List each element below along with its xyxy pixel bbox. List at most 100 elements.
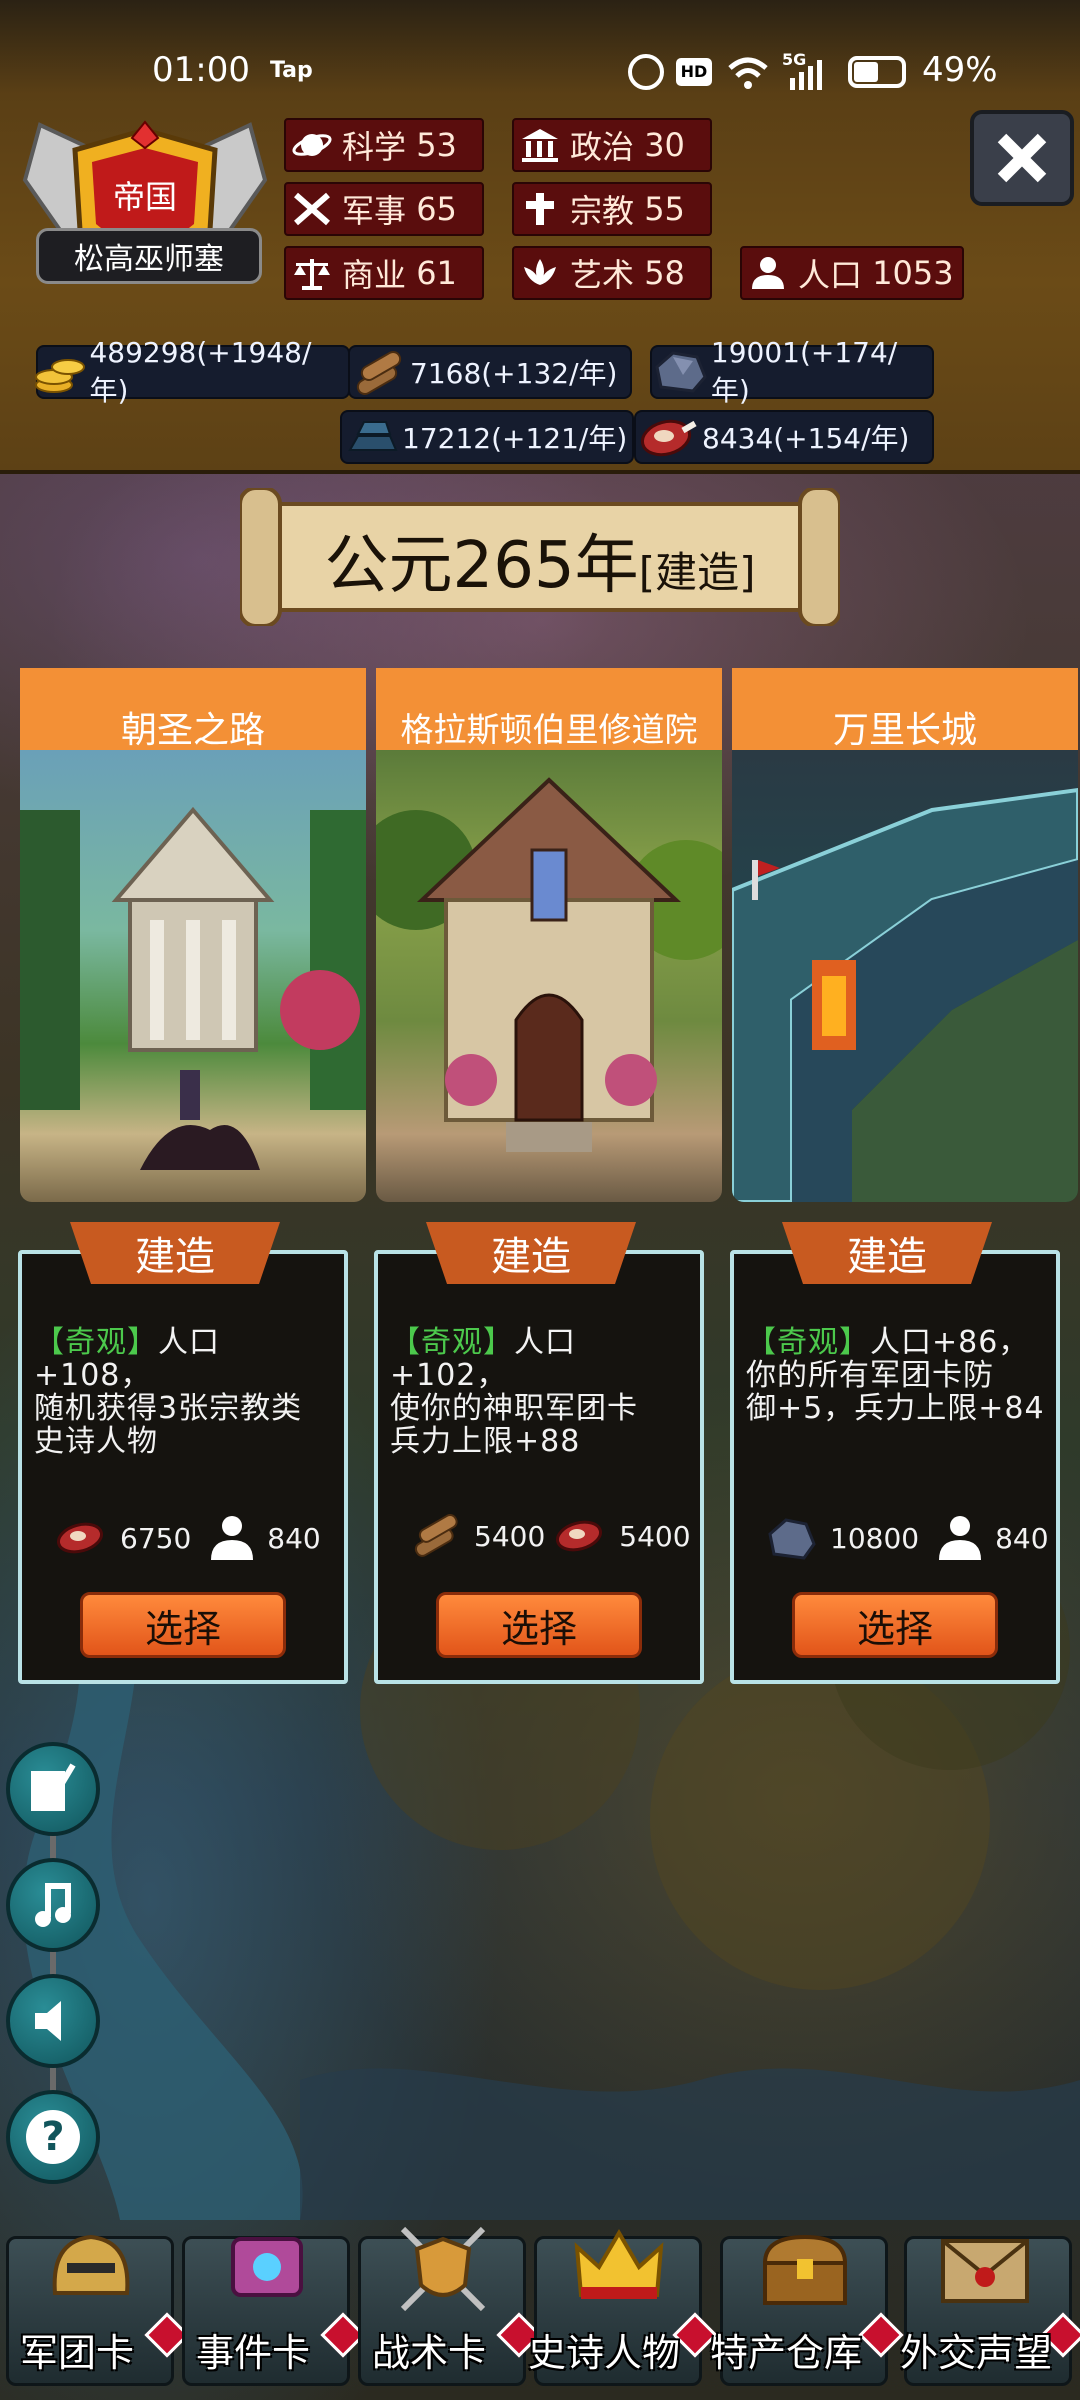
stat-art: 艺术 58 — [512, 246, 712, 300]
stat-label: 人口 — [798, 256, 863, 294]
meat-icon — [556, 1520, 603, 1552]
select-button[interactable]: 选择 — [436, 1592, 642, 1658]
card-description: 【奇观】人口+108， 随机获得3张宗教类 史诗人物 — [34, 1326, 334, 1458]
speaker-icon — [35, 2001, 61, 2041]
stat-military: 军事 65 — [284, 182, 484, 236]
music-button[interactable] — [6, 1858, 100, 1952]
stat-value: 30 — [644, 126, 685, 164]
scales-icon — [286, 251, 338, 295]
signal-icon — [790, 60, 822, 90]
helmet-icon — [52, 2234, 130, 2295]
wonder-card[interactable]: 朝圣之路 — [20, 668, 366, 1202]
desc-line: 兵力上限+88 — [390, 1424, 581, 1459]
resource-value: 489298(+1948/年) — [89, 335, 312, 407]
year-text: 公元265年 — [324, 529, 639, 603]
cost-row: 6750 840 — [56, 1514, 321, 1562]
empire-name: 松高巫师塞 — [36, 228, 262, 284]
chain-decoration — [50, 1800, 56, 2130]
stat-value: 61 — [416, 254, 457, 292]
stat-value: 65 — [416, 190, 457, 228]
nav-label: 事件卡 — [196, 2331, 311, 2375]
status-app-name: Tap — [270, 58, 313, 83]
music-note-icon — [35, 1883, 71, 1927]
logs-icon — [414, 1514, 458, 1557]
wonder-tag: 【奇观】 — [746, 1325, 870, 1360]
scroll-icon — [231, 2237, 303, 2297]
cost-row: 5400 5400 — [410, 1514, 691, 1558]
stat-value: 55 — [644, 190, 685, 228]
stat-label: 商业 — [342, 256, 407, 294]
resource-value: 17212(+121/年) — [402, 422, 628, 455]
meat-icon — [56, 1522, 104, 1554]
stat-commerce: 商业 61 — [284, 246, 484, 300]
help-button[interactable]: ? — [6, 2090, 100, 2184]
resource-value: 19001(+174/年) — [710, 335, 898, 407]
stat-value: 53 — [416, 126, 457, 164]
resource-gold: 489298(+1948/年) — [34, 336, 350, 407]
journal-button[interactable] — [6, 1742, 100, 1836]
build-tab: 建造 — [782, 1222, 992, 1284]
crown-icon — [574, 2229, 664, 2299]
resource-value: 7168(+132/年) — [410, 357, 618, 390]
battery-percent: 49% — [922, 50, 998, 90]
stat-label: 宗教 — [570, 192, 635, 230]
wonder-card[interactable]: 万里长城 — [732, 668, 1078, 1202]
desc-line: 你的所有军团卡防 — [746, 1358, 994, 1393]
nav-label: 特产仓库 — [710, 2331, 863, 2375]
great-wall-image — [732, 750, 1078, 1202]
stat-label: 艺术 — [570, 256, 635, 294]
wonder-card[interactable]: 格拉斯顿伯里修道院 — [376, 668, 722, 1202]
nav-label: 战术卡 — [372, 2331, 487, 2375]
select-button[interactable]: 选择 — [792, 1592, 998, 1658]
cost-value: 840 — [267, 1521, 321, 1555]
stone-icon — [652, 347, 711, 397]
nav-label: 史诗人物 — [528, 2331, 681, 2375]
gold-coins-icon — [30, 347, 89, 397]
crossed-swords-icon — [286, 187, 338, 231]
person-icon — [939, 1516, 982, 1560]
card-description: 【奇观】人口+86， 你的所有军团卡防 御+5，兵力上限+84 — [746, 1326, 1046, 1425]
desc-line: 随机获得3张宗教类 — [34, 1391, 303, 1426]
card-description: 【奇观】人口+102， 使你的神职军团卡 兵力上限+88 — [390, 1326, 690, 1458]
lotus-icon — [514, 251, 566, 295]
book-quill-icon — [31, 1763, 76, 1811]
cross-icon — [514, 187, 566, 231]
person-icon — [211, 1516, 254, 1560]
resource-iron: 17212(+121/年) — [340, 410, 634, 464]
close-icon — [997, 133, 1047, 183]
stat-population: 人口 1053 — [740, 246, 964, 300]
select-button[interactable]: 选择 — [80, 1592, 286, 1658]
year-banner: 公元265年[建造] — [240, 488, 840, 626]
wonder-tag: 【奇观】 — [390, 1325, 514, 1360]
stat-value: 1053 — [872, 254, 954, 292]
pilgrimage-road-image — [20, 750, 366, 1202]
close-button[interactable] — [970, 110, 1074, 206]
resource-stone: 19001(+174/年) — [650, 336, 934, 407]
sound-button[interactable] — [6, 1974, 100, 2068]
cost-value: 6750 — [120, 1521, 192, 1555]
iron-ingot-icon — [342, 412, 402, 462]
planet-icon — [286, 123, 338, 167]
envelope-icon — [941, 2239, 1029, 2303]
desc-line: 史诗人物 — [34, 1424, 158, 1459]
government-building-icon — [514, 123, 566, 167]
cost-value: 10800 — [830, 1521, 920, 1555]
meat-icon — [636, 412, 702, 462]
empire-type: 帝国 — [112, 178, 177, 216]
empire-emblem[interactable]: 帝国 松高巫师塞 — [20, 120, 270, 290]
stat-politics: 政治 30 — [512, 118, 712, 172]
wonder-tag: 【奇观】 — [34, 1325, 158, 1360]
battery-icon — [848, 56, 906, 88]
cost-value: 840 — [995, 1521, 1049, 1555]
cost-value: 5400 — [474, 1519, 546, 1553]
logs-icon — [350, 347, 410, 397]
stat-label: 军事 — [342, 192, 407, 230]
stat-science: 科学 53 — [284, 118, 484, 172]
stat-label: 政治 — [570, 128, 635, 166]
status-time: 01:00 — [152, 50, 250, 90]
stat-value: 58 — [644, 254, 685, 292]
stat-label: 科学 — [342, 128, 407, 166]
mode-text: [建造] — [638, 548, 756, 597]
wifi-icon — [728, 57, 768, 89]
desc-line: 人口+86， — [870, 1325, 1030, 1360]
